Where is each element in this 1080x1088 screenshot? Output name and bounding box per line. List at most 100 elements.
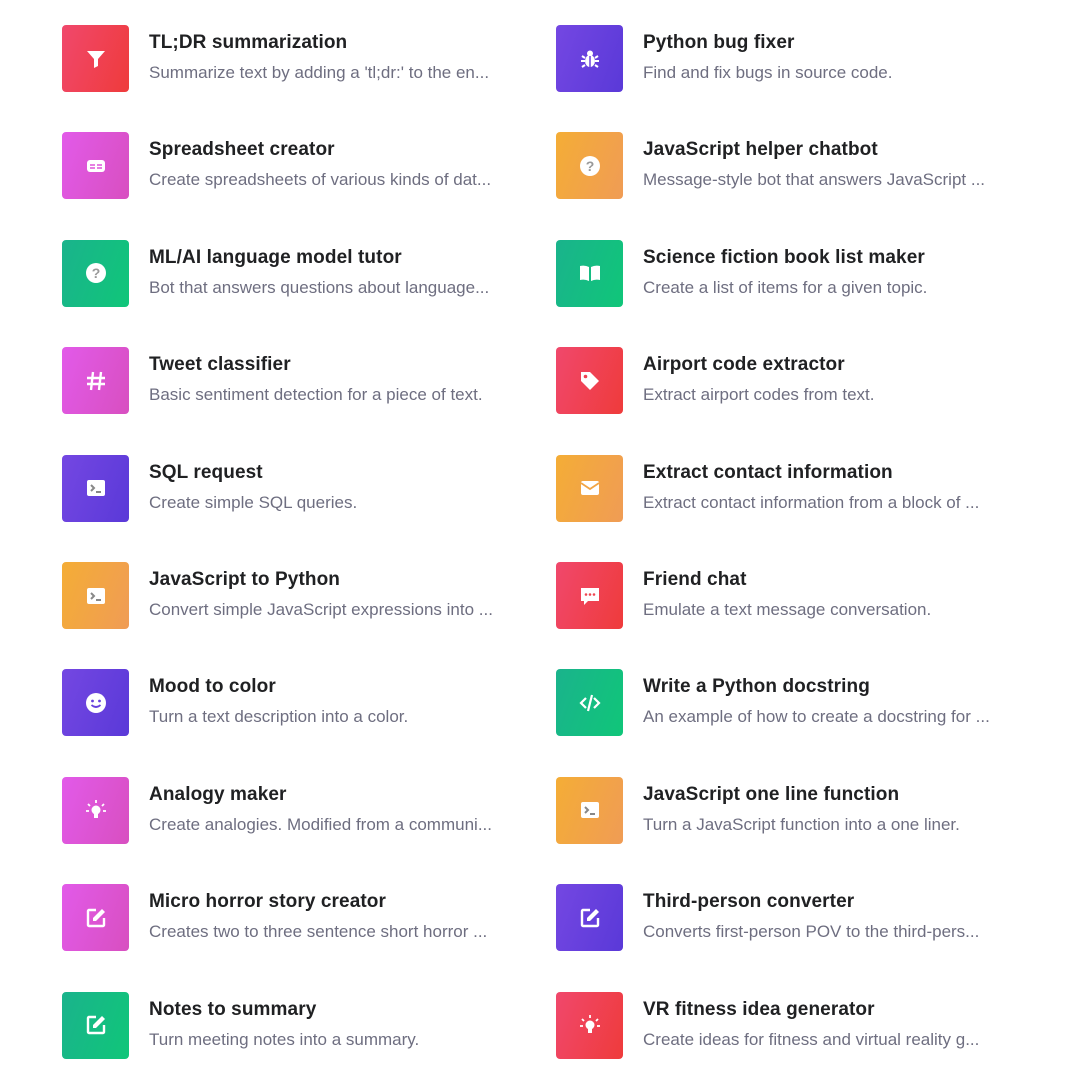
example-title: Notes to summary xyxy=(149,998,317,1020)
example-title: SQL request xyxy=(149,461,263,483)
example-text: VR fitness idea generator Create ideas f… xyxy=(643,992,1013,1051)
example-item[interactable]: Airport code extractor Extract airport c… xyxy=(556,347,1026,415)
edit-icon xyxy=(62,991,129,1059)
example-item[interactable]: VR fitness idea generator Create ideas f… xyxy=(556,991,1026,1060)
example-item[interactable]: Write a Python docstring An example of h… xyxy=(556,669,1026,737)
example-item[interactable]: SQL request Create simple SQL queries. xyxy=(62,454,532,523)
example-text: Write a Python docstring An example of h… xyxy=(643,669,1013,728)
example-title: JavaScript helper chatbot xyxy=(643,139,878,161)
example-title: Tweet classifier xyxy=(149,354,291,376)
example-title: JavaScript one line function xyxy=(643,783,900,805)
example-description: Extract contact information from a block… xyxy=(643,492,980,512)
example-description: Message-style bot that answers JavaScrip… xyxy=(643,170,986,190)
example-text: Friend chat Emulate a text message conve… xyxy=(643,562,1013,621)
example-item[interactable]: ? JavaScript helper chatbot Message-styl… xyxy=(556,132,1026,200)
example-title: Science fiction book list maker xyxy=(643,246,925,268)
example-description: Bot that answers questions about languag… xyxy=(149,277,490,297)
example-title: Spreadsheet creator xyxy=(149,139,335,161)
svg-text:?: ? xyxy=(585,158,594,174)
example-description: Emulate a text message conversation. xyxy=(643,600,932,619)
example-description: Create simple SQL queries. xyxy=(149,492,358,512)
example-item[interactable]: Tweet classifier Basic sentiment detecti… xyxy=(62,347,532,415)
example-item[interactable]: ? ML/AI language model tutor Bot that an… xyxy=(62,239,532,308)
example-text: Science fiction book list maker Create a… xyxy=(643,240,1013,299)
hash-icon xyxy=(62,347,129,415)
example-text: Notes to summary Turn meeting notes into… xyxy=(149,992,519,1051)
example-text: Spreadsheet creator Create spreadsheets … xyxy=(149,132,519,191)
bulb-icon xyxy=(62,776,129,844)
tag-icon xyxy=(556,347,623,415)
funnel-icon xyxy=(62,25,129,92)
example-title: VR fitness idea generator xyxy=(643,998,875,1020)
example-item[interactable]: Friend chat Emulate a text message conve… xyxy=(556,562,1026,630)
example-item[interactable]: JavaScript one line function Turn a Java… xyxy=(556,776,1026,845)
example-description: Create analogies. Modified from a commun… xyxy=(149,814,492,834)
example-description: Turn a JavaScript function into a one li… xyxy=(643,814,960,834)
example-item[interactable]: Spreadsheet creator Create spreadsheets … xyxy=(62,132,532,200)
example-item[interactable]: Analogy maker Create analogies. Modified… xyxy=(62,776,532,845)
example-text: TL;DR summarization Summarize text by ad… xyxy=(149,25,519,84)
example-text: Python bug fixer Find and fix bugs in so… xyxy=(643,25,1013,84)
question-icon: ? xyxy=(62,239,129,307)
example-item[interactable]: Notes to summary Turn meeting notes into… xyxy=(62,991,532,1060)
bug-icon xyxy=(556,25,623,92)
example-description: Find and fix bugs in source code. xyxy=(643,63,893,82)
example-text: Airport code extractor Extract airport c… xyxy=(643,347,1013,406)
example-text: Mood to color Turn a text description in… xyxy=(149,669,519,728)
example-title: Write a Python docstring xyxy=(643,676,870,698)
example-title: Friend chat xyxy=(643,569,747,590)
example-item[interactable]: Extract contact information Extract cont… xyxy=(556,454,1026,523)
example-item[interactable]: Science fiction book list maker Create a… xyxy=(556,239,1026,308)
chat-icon xyxy=(556,562,623,629)
example-description: Create spreadsheets of various kinds of … xyxy=(149,170,492,190)
example-text: Analogy maker Create analogies. Modified… xyxy=(149,777,519,836)
terminal-icon xyxy=(62,562,129,629)
example-title: Analogy maker xyxy=(149,783,287,805)
example-title: Micro horror story creator xyxy=(149,891,386,913)
example-description: Turn a text description into a color. xyxy=(149,707,409,727)
example-text: Micro horror story creator Creates two t… xyxy=(149,884,519,943)
svg-text:?: ? xyxy=(91,265,100,281)
example-title: Third-person converter xyxy=(643,891,855,913)
example-item[interactable]: TL;DR summarization Summarize text by ad… xyxy=(62,25,532,93)
example-text: Extract contact information Extract cont… xyxy=(643,455,1013,514)
example-description: An example of how to create a docstring … xyxy=(643,707,990,727)
example-description: Create ideas for fitness and virtual rea… xyxy=(643,1029,980,1049)
example-description: Turn meeting notes into a summary. xyxy=(149,1029,420,1049)
question-icon: ? xyxy=(556,132,623,200)
example-description: Creates two to three sentence short horr… xyxy=(149,922,488,942)
mail-icon xyxy=(556,454,623,522)
example-title: Python bug fixer xyxy=(643,32,795,53)
example-description: Convert simple JavaScript expressions in… xyxy=(149,600,493,619)
example-title: Extract contact information xyxy=(643,461,893,483)
example-title: Airport code extractor xyxy=(643,354,845,376)
example-text: Third-person converter Converts first-pe… xyxy=(643,884,1013,943)
bulb-icon xyxy=(556,991,623,1059)
example-item[interactable]: Third-person converter Converts first-pe… xyxy=(556,884,1026,952)
example-description: Extract airport codes from text. xyxy=(643,385,875,405)
example-text: SQL request Create simple SQL queries. xyxy=(149,455,519,514)
example-description: Create a list of items for a given topic… xyxy=(643,277,928,297)
book-icon xyxy=(556,239,623,307)
example-text: JavaScript one line function Turn a Java… xyxy=(643,777,1013,836)
example-text: Tweet classifier Basic sentiment detecti… xyxy=(149,347,519,406)
example-description: Converts first-person POV to the third-p… xyxy=(643,922,980,942)
example-text: JavaScript helper chatbot Message-style … xyxy=(643,132,1013,191)
terminal-icon xyxy=(556,776,623,844)
example-text: ML/AI language model tutor Bot that answ… xyxy=(149,240,519,299)
example-item[interactable]: Python bug fixer Find and fix bugs in so… xyxy=(556,25,1026,93)
terminal-icon xyxy=(62,454,129,522)
code-icon xyxy=(556,669,623,737)
example-description: Basic sentiment detection for a piece of… xyxy=(149,385,483,405)
example-item[interactable]: JavaScript to Python Convert simple Java… xyxy=(62,562,532,630)
example-item[interactable]: Mood to color Turn a text description in… xyxy=(62,669,532,737)
example-text: JavaScript to Python Convert simple Java… xyxy=(149,562,519,621)
table-icon xyxy=(62,132,129,200)
example-title: JavaScript to Python xyxy=(149,569,340,590)
example-item[interactable]: Micro horror story creator Creates two t… xyxy=(62,884,532,952)
edit-icon xyxy=(62,884,129,952)
smile-icon xyxy=(62,669,129,737)
examples-grid: TL;DR summarization Summarize text by ad… xyxy=(0,0,1080,1088)
edit-icon xyxy=(556,884,623,952)
example-title: Mood to color xyxy=(149,676,276,698)
